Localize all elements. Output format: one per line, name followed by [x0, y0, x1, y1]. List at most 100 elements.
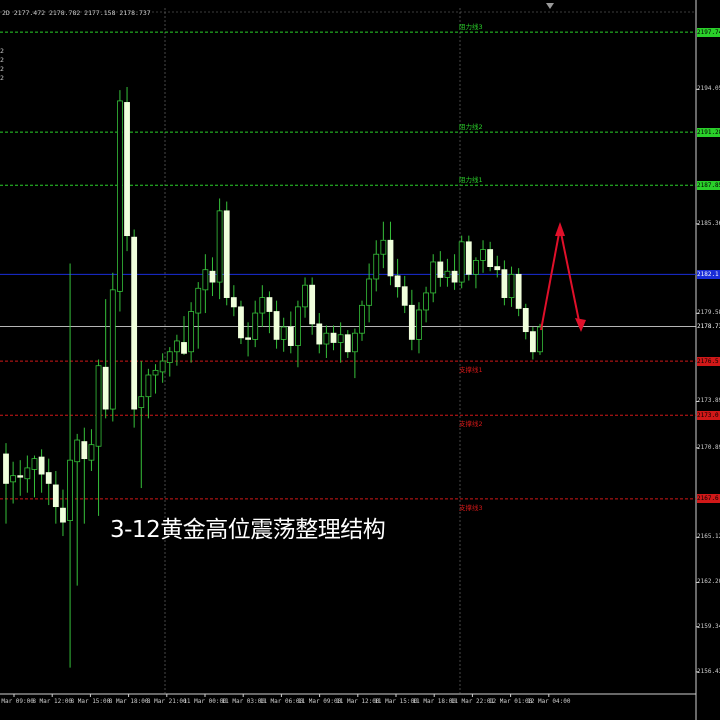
left-edge-digit: 2 — [0, 74, 4, 82]
candle — [529, 326, 536, 360]
candle-body — [309, 284, 316, 325]
candle-body — [359, 304, 365, 334]
support-label: 支撑线2 — [459, 420, 483, 429]
candle-body — [166, 351, 173, 364]
candle — [266, 291, 273, 334]
current-price-label: 2178.737 — [697, 321, 720, 331]
time-tick-label: 12 Mar 01:00 — [488, 698, 533, 705]
time-tick-label: 12 Mar 04:00 — [527, 698, 571, 705]
candle — [17, 460, 24, 496]
candle — [52, 471, 59, 524]
price-tick-label: 2162.205 — [697, 578, 720, 586]
candle-body — [230, 297, 237, 308]
candle-body — [109, 289, 116, 410]
candle — [359, 300, 365, 341]
candle-body — [451, 270, 458, 283]
left-edge-digit: 2 — [0, 47, 4, 55]
time-tick-label: 11 Mar 12:00 — [336, 698, 380, 705]
resistance-label: 阻力线3 — [459, 23, 483, 32]
candle — [131, 229, 138, 428]
support-price-tag: 2173.0 — [697, 410, 720, 420]
candle — [437, 251, 444, 287]
candle-body — [209, 270, 216, 283]
candle — [295, 300, 301, 368]
candle — [88, 429, 95, 472]
candle-body — [465, 241, 472, 275]
price-tick-label: 2173.890 — [697, 397, 720, 405]
price-tick-label: 2170.895 — [697, 443, 720, 451]
left-edge-digit: 2 — [0, 65, 4, 73]
candle — [416, 302, 422, 354]
time-tick-label: 11 Mar 15:00 — [374, 698, 418, 705]
candle — [60, 489, 66, 537]
candle — [337, 322, 344, 363]
candle-body — [3, 453, 9, 484]
candle-body — [408, 304, 415, 340]
candle — [102, 299, 109, 419]
candle — [351, 328, 358, 379]
resistance-label: 阻力线1 — [459, 176, 483, 185]
candle — [195, 282, 202, 349]
price-tick-label: 2185.360 — [697, 219, 720, 227]
candle — [444, 258, 451, 287]
chart-window[interactable]: 2D 2177.472 2178.782 2177.158 2178.737 2… — [0, 0, 720, 720]
candle — [344, 330, 351, 358]
chart-shift-marker[interactable] — [546, 3, 554, 9]
candle — [302, 277, 308, 318]
candle — [223, 201, 230, 306]
candle — [522, 303, 529, 340]
left-edge-digit: 2 — [0, 56, 4, 64]
candle — [280, 317, 287, 352]
candle-body — [195, 287, 202, 314]
candle — [24, 455, 31, 493]
candle — [316, 313, 323, 354]
candle-body — [458, 241, 465, 283]
candle — [181, 316, 187, 355]
candle-body — [494, 266, 501, 271]
time-tick-label: 8 Mar 18:00 — [108, 698, 149, 705]
candle-body — [52, 484, 59, 508]
pivot-price-tag: 2182.1 — [697, 269, 720, 279]
candle-body — [173, 340, 180, 353]
candle-body — [252, 312, 259, 340]
candle — [330, 325, 337, 351]
candle-body — [473, 260, 479, 275]
candle — [252, 300, 259, 348]
candle-body — [380, 239, 387, 255]
price-chart[interactable] — [0, 0, 720, 720]
time-tick-label: 8 Mar 09:00 — [0, 698, 34, 705]
candle-body — [508, 273, 515, 298]
candle — [515, 268, 522, 317]
candle-body — [366, 278, 373, 306]
candle — [501, 260, 508, 306]
ohlc-info-line: 2D 2177.472 2178.782 2177.158 2178.737 — [2, 9, 151, 17]
candle — [508, 266, 515, 307]
candle-body — [238, 306, 244, 339]
candle-body — [416, 309, 422, 340]
candle-body — [138, 396, 145, 408]
candle — [95, 359, 102, 516]
chart-caption: 3-12黄金高位震荡整理结构 — [110, 517, 386, 543]
candle-body — [159, 360, 166, 373]
candle-body — [273, 311, 280, 340]
candle — [38, 449, 45, 493]
candle — [458, 235, 465, 289]
candle-body — [216, 210, 223, 283]
support-price-tag: 2167.6 — [697, 494, 720, 504]
time-tick-label: 11 Mar 09:00 — [297, 698, 342, 705]
candle-body — [373, 253, 380, 280]
time-tick-label: 11 Mar 18:00 — [412, 698, 456, 705]
time-tick-label: 8 Mar 12:00 — [32, 698, 73, 705]
candle-body — [24, 467, 31, 480]
candle — [273, 300, 280, 349]
candle-body — [188, 311, 195, 353]
candle — [408, 289, 415, 351]
candle — [202, 254, 209, 314]
candle — [117, 90, 123, 312]
support-price-tag: 2176.5 — [697, 356, 720, 366]
candle — [259, 285, 266, 327]
candle — [238, 300, 244, 345]
candle — [152, 364, 159, 394]
candle-body — [287, 326, 294, 346]
candle — [138, 361, 145, 489]
